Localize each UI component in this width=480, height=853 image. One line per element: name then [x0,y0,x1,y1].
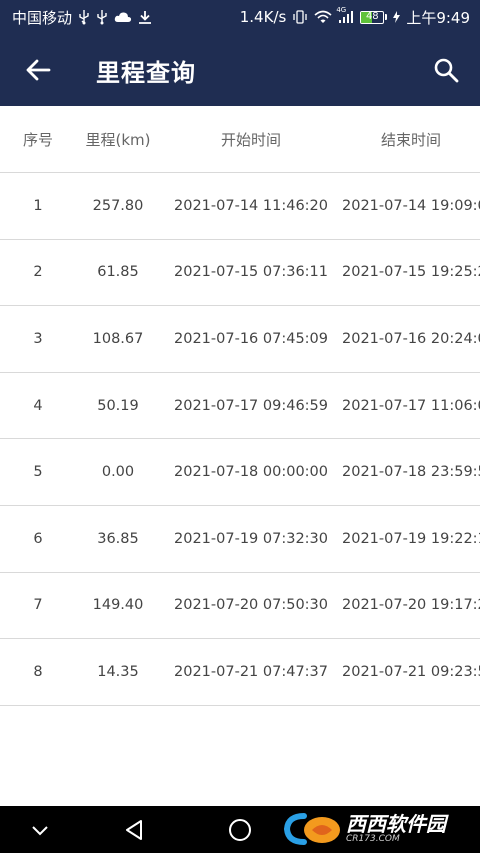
cell-mileage: 108.67 [92,330,144,347]
usb-icon [78,9,90,25]
cell-index: 5 [33,464,43,481]
cell-mileage: 149.40 [92,597,144,614]
watermark-url: CR173.COM [346,834,400,844]
clock: 上午9:49 [406,8,470,27]
page-title: 里程查询 [96,58,196,87]
system-nav-bar: 西西软件园 CR173.COM [0,806,480,853]
nav-hide-button[interactable] [14,806,66,853]
vibrate-icon [292,10,308,24]
cell-index: 8 [33,663,43,680]
cell-index: 4 [33,397,43,414]
cell-mileage: 36.85 [97,530,139,547]
cell-start-time: 2021-07-20 07:50:30 [174,597,328,614]
table-row[interactable]: 4 50.19 2021-07-17 09:46:59 2021-07-17 11:0… [0,373,480,440]
cell-mileage: 61.85 [97,264,139,281]
cell-index: 1 [33,197,43,214]
cell-start-time: 2021-07-14 11:46:20 [174,197,328,214]
cell-mileage: 0.00 [101,464,135,481]
cell-end-time: 2021-07-21 09:23:57 [342,663,480,680]
watermark-title: 西西软件园 [346,812,446,836]
column-header-end-time: 结束时间 [380,130,441,149]
watermark-logo [283,813,340,845]
cell-mileage: 14.35 [97,663,139,680]
nav-back-button[interactable] [108,806,160,853]
signal-icon: 4G [336,6,354,24]
table-header: 序号 里程(km) 开始时间 结束时间 [0,106,480,173]
table-row[interactable]: 2 61.85 2021-07-15 07:36:11 2021-07-15 19:2… [0,240,480,307]
cell-start-time: 2021-07-16 07:45:09 [174,330,328,347]
table-row[interactable]: 6 36.85 2021-07-19 07:32:30 2021-07-19 19:2… [0,506,480,573]
charging-icon [393,11,401,23]
cell-start-time: 2021-07-18 00:00:00 [174,464,328,481]
usb-icon [96,9,108,25]
column-header-mileage: 里程(km) [85,130,151,149]
cell-start-time: 2021-07-17 09:46:59 [174,397,328,414]
network-type: 4G [336,6,347,14]
cell-index: 6 [33,530,43,547]
wifi-icon [314,10,332,24]
cell-index: 2 [33,264,43,281]
app-bar: 里程查询 [0,34,480,106]
cell-end-time: 2021-07-19 19:22:14 [342,530,480,547]
cell-end-time: 2021-07-15 19:25:21 [342,264,480,281]
cell-end-time: 2021-07-14 19:09:04 [342,197,480,214]
chevron-down-icon [32,825,48,835]
cell-end-time: 2021-07-20 19:17:24 [342,597,480,614]
cell-index: 3 [33,330,43,347]
status-right: 1.4K/s 4G 48 上午9:49 [239,6,470,28]
table-row[interactable]: 1 257.80 2021-07-14 11:46:20 2021-07-14 19:… [0,173,480,240]
cell-end-time: 2021-07-18 23:59:59 [342,464,480,481]
cell-start-time: 2021-07-19 07:32:30 [174,530,328,547]
network-speed: 1.4K/s [239,8,287,26]
home-circle-icon [229,818,251,841]
status-left: 中国移动 [12,7,152,28]
table-row[interactable]: 3 108.67 2021-07-16 07:45:09 2021-07-16 20:… [0,306,480,373]
cell-end-time: 2021-07-17 11:06:04 [342,397,480,414]
watermark: 西西软件园 CR173.COM [282,808,462,850]
cell-index: 7 [33,597,43,614]
table-row[interactable]: 7 149.40 2021-07-20 07:50:30 2021-07-20 19:… [0,573,480,640]
download-icon [138,10,152,24]
cell-start-time: 2021-07-21 07:47:37 [174,663,328,680]
column-header-index: 序号 [22,130,53,149]
back-button[interactable] [0,34,76,106]
cell-mileage: 257.80 [92,197,144,214]
battery-level: 48 [365,11,379,22]
mileage-table: 序号 里程(km) 开始时间 结束时间 1 257.80 2021-07-14 11… [0,106,480,706]
arrow-left-icon [26,59,51,81]
cell-mileage: 50.19 [97,397,139,414]
search-icon [434,58,459,83]
column-header-start-time: 开始时间 [220,130,281,149]
cloud-icon [114,11,132,23]
cell-end-time: 2021-07-16 20:24:03 [342,330,480,347]
nav-home-button[interactable] [214,806,266,853]
table-body: 1 257.80 2021-07-14 11:46:20 2021-07-14 19:… [0,173,480,706]
cell-start-time: 2021-07-15 07:36:11 [174,264,328,281]
table-row[interactable]: 5 0.00 2021-07-18 00:00:00 2021-07-18 23:59… [0,439,480,506]
search-button[interactable] [424,48,468,92]
status-bar: 中国移动 1.4K/s 4G 48 上午9:49 [0,0,480,34]
carrier-name: 中国移动 [12,8,73,27]
table-row[interactable]: 8 14.35 2021-07-21 07:47:37 2021-07-21 09:2… [0,639,480,706]
battery-icon: 48 [360,10,388,24]
back-triangle-icon [126,819,142,840]
